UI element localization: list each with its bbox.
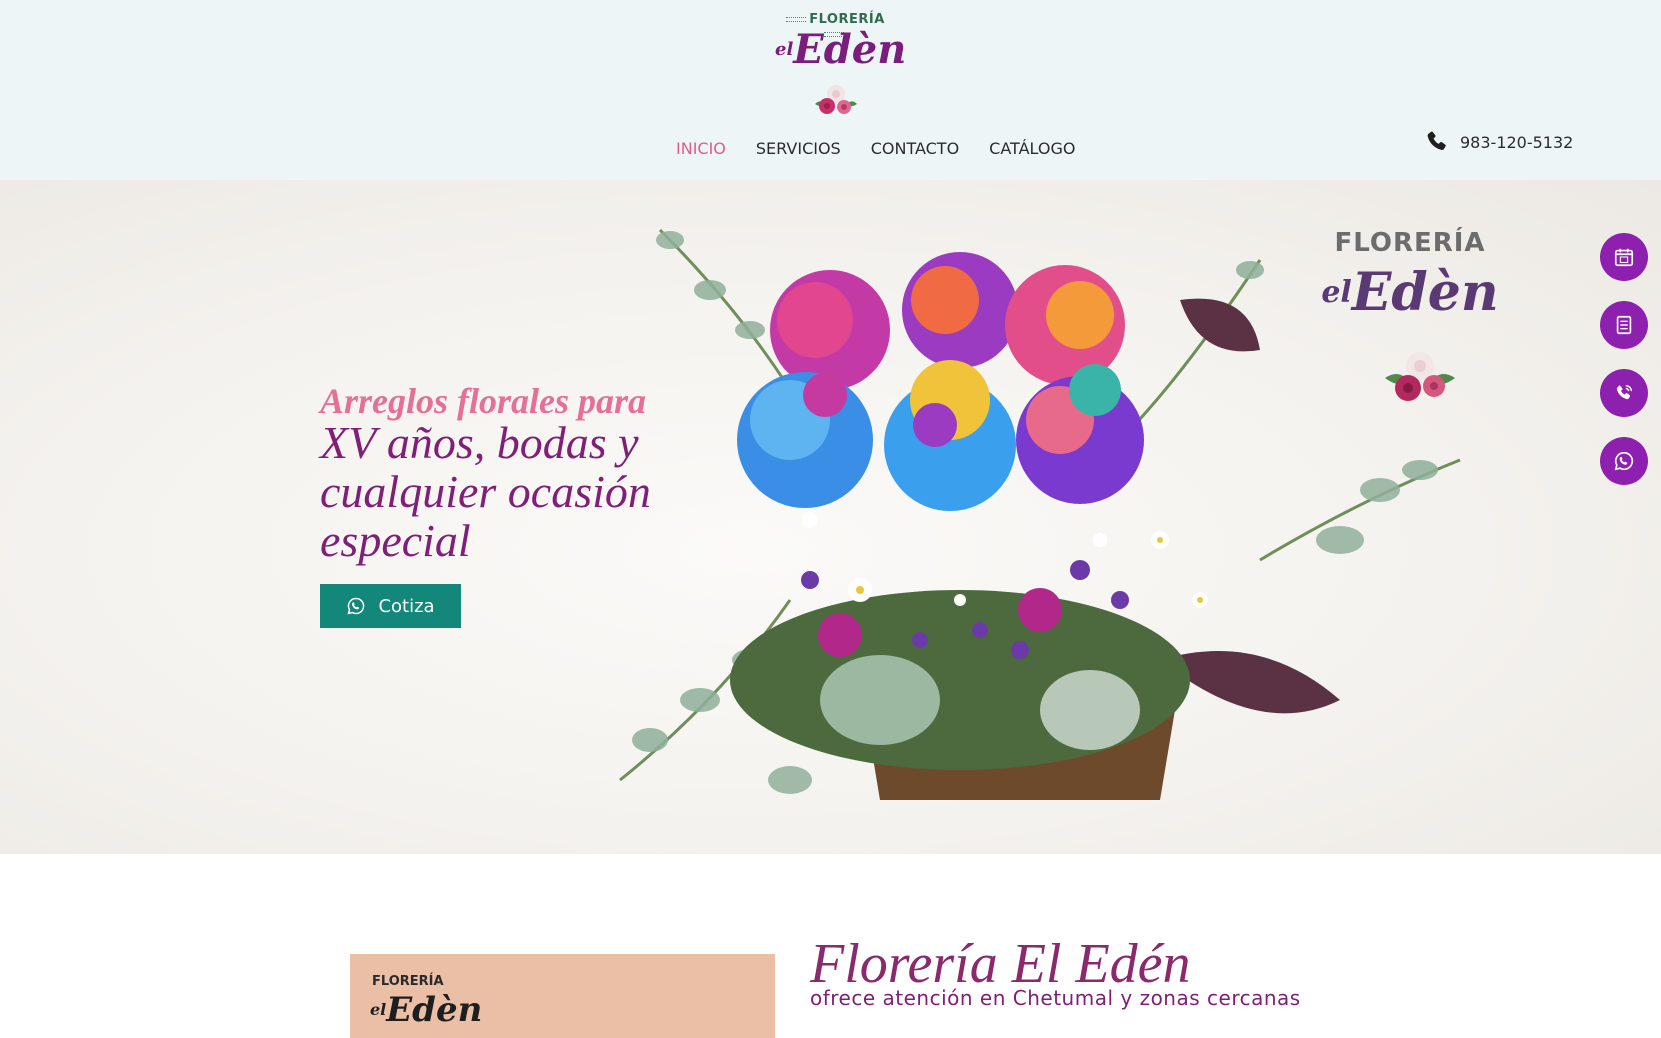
card-logo-el-text: el [370, 1000, 387, 1019]
logo-script-text: elEdèn [775, 28, 906, 72]
document-button[interactable] [1600, 301, 1648, 349]
hero-section: FLORERÍA elEdèn Arreglos florales para X… [0, 180, 1661, 854]
card-logo-top-text: FLORERÍA [372, 974, 444, 989]
call-button[interactable] [1600, 369, 1648, 417]
about-subtitle: ofrece atención en Chetumal y zonas cerc… [810, 986, 1301, 1010]
nav-item-contacto[interactable]: CONTACTO [871, 139, 959, 161]
phone-number: 983-120-5132 [1460, 132, 1574, 152]
document-icon [1616, 315, 1632, 335]
hero-subtitle: Arreglos florales para [320, 381, 647, 421]
nav-item-catalogo[interactable]: CATÁLOGO [989, 139, 1075, 161]
flowers-icon [1385, 352, 1455, 401]
watermark-script-text: elEdèn [1320, 258, 1500, 328]
nav-item-servicios[interactable]: SERVICIOS [756, 139, 841, 161]
watermark-top-text: FLORERÍA [1334, 228, 1486, 258]
watermark-el-text: el [1321, 275, 1352, 310]
watermark-name-text: Edèn [1351, 262, 1499, 323]
logo-el-text: el [775, 39, 794, 60]
flowers-icon [815, 85, 857, 114]
hero-title: XV años, bodas y cualquier ocasión espec… [320, 417, 651, 566]
phone-icon [1427, 131, 1446, 150]
phone-call-icon [1616, 384, 1633, 400]
whatsapp-icon [347, 597, 365, 615]
card-logo-name-text: Edèn [386, 990, 483, 1030]
logo-name-text: Edèn [793, 26, 907, 73]
brand-logo[interactable]: FLORERÍA elEdèn [775, 8, 906, 118]
cotiza-button[interactable]: Cotiza [320, 584, 461, 628]
whatsapp-button[interactable] [1600, 437, 1648, 485]
about-image-card: FLORERÍA elEdèn [350, 954, 775, 1038]
whatsapp-icon [1614, 451, 1634, 471]
calendar-icon [1614, 248, 1634, 267]
cotiza-label: Cotiza [378, 595, 435, 617]
site-header: FLORERÍA elEdèn INICIO SERVICIOS CONTACT… [0, 0, 1661, 180]
hero-watermark-logo: FLORERÍA elEdèn [1320, 228, 1500, 418]
calendar-button[interactable] [1600, 233, 1648, 281]
about-title: Florería El Edén [810, 933, 1191, 995]
header-phone[interactable]: 983-120-5132 [1424, 129, 1573, 155]
nav-item-inicio[interactable]: INICIO [676, 139, 726, 161]
card-logo-script-text: elEdèn [370, 990, 482, 1030]
main-nav: INICIO SERVICIOS CONTACTO CATÁLOGO [676, 139, 1075, 161]
